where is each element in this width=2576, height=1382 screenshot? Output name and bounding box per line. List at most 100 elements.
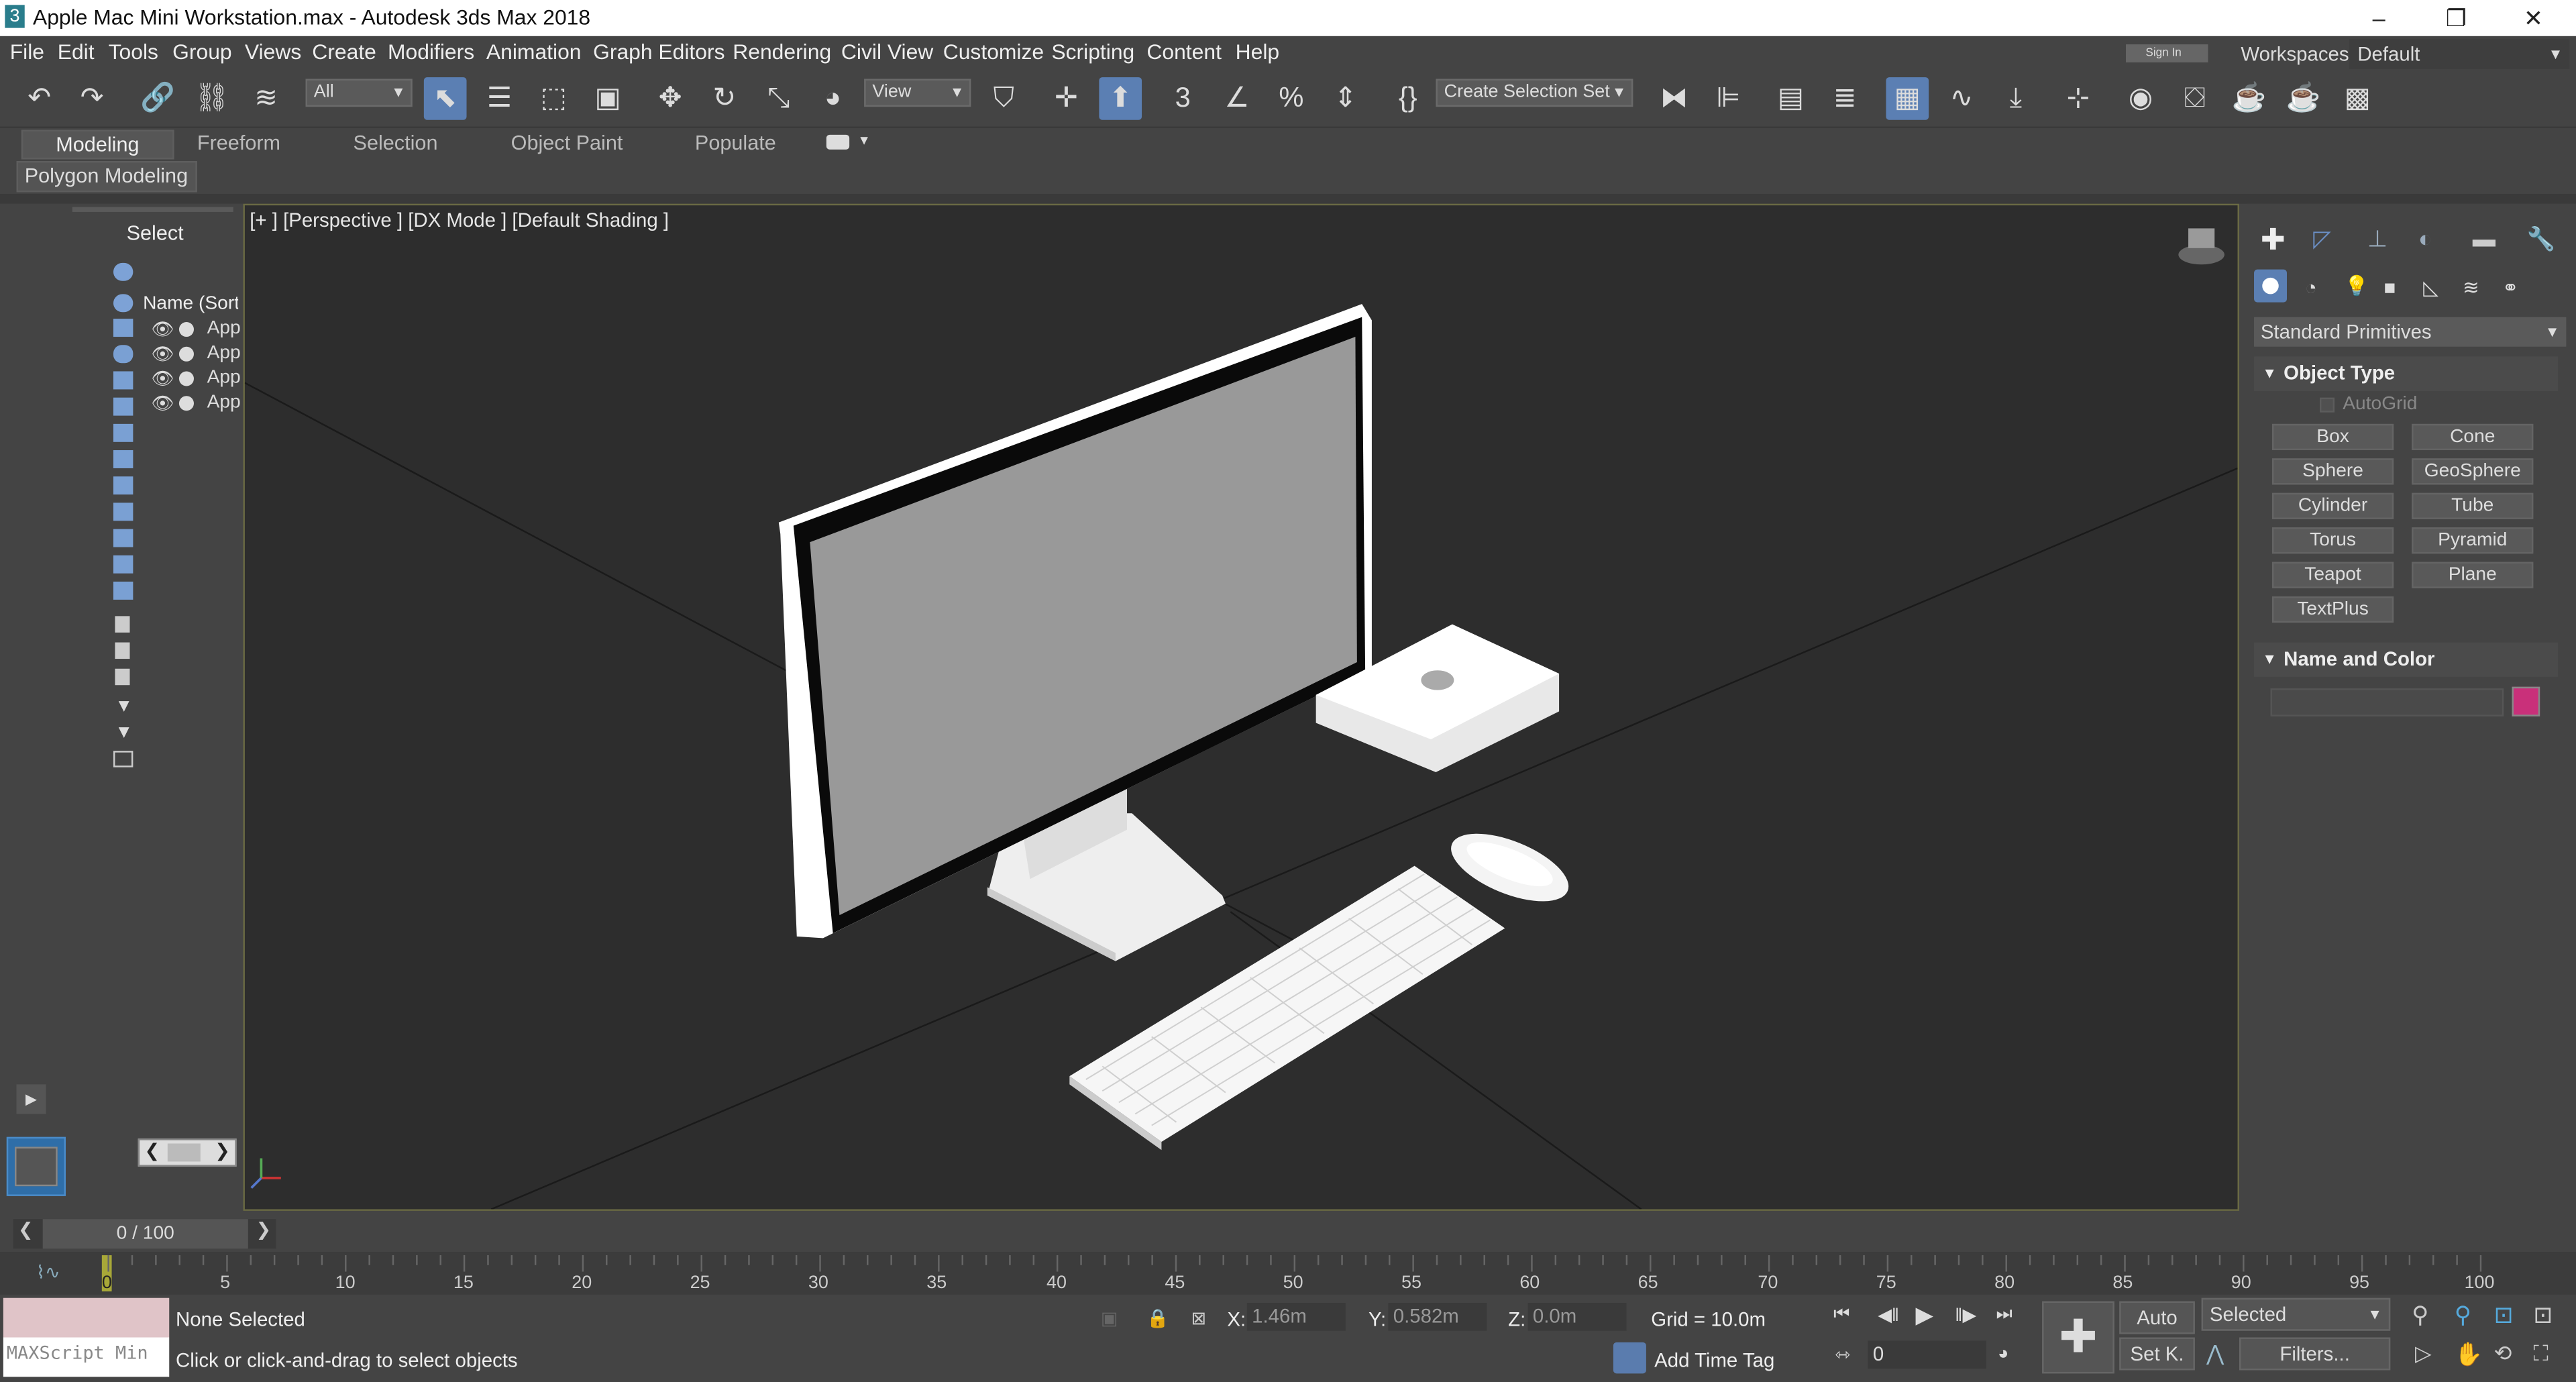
list-item[interactable]: 👁 App <box>151 392 243 415</box>
set-key-icon[interactable]: ✚ <box>2042 1301 2114 1374</box>
isolate-selection-icon[interactable]: ▣ <box>1101 1308 1118 1329</box>
edit-named-selection-icon[interactable]: {} <box>1387 77 1430 120</box>
restore-button[interactable]: ❐ <box>2418 0 2494 36</box>
filter-selected-icon[interactable]: ▼ <box>115 723 133 743</box>
freeze-icon[interactable] <box>178 396 194 411</box>
dope-sheet-icon[interactable]: ⤓ <box>1994 77 2037 120</box>
select-by-name-icon[interactable]: ☰ <box>478 77 521 120</box>
rectangular-selection-icon[interactable]: ⬚ <box>532 77 575 120</box>
undo-icon[interactable]: ↶ <box>18 77 61 120</box>
snaps-toggle-icon[interactable]: 3 <box>1161 77 1204 120</box>
track-bar[interactable]: ⌇∿ 0 5 10 15 20 25 30 35 40 45 50 55 60 … <box>0 1252 2576 1295</box>
time-slider-track[interactable]: ❮ 0 / 100 ❯ <box>13 1219 276 1249</box>
key-mode-toggle-icon[interactable]: ⇿ <box>1835 1344 1851 1365</box>
key-filter-dropdown[interactable]: Selected ▼ <box>2201 1297 2391 1331</box>
tab-populate[interactable]: Populate <box>695 131 776 154</box>
menu-civil-view[interactable]: Civil View <box>841 40 933 64</box>
scroll-right-icon[interactable]: ❯ <box>215 1140 230 1161</box>
object-color-swatch[interactable] <box>2512 686 2540 716</box>
tab-object-paint[interactable]: Object Paint <box>511 131 623 154</box>
box-button[interactable]: Box <box>2271 423 2394 451</box>
perspective-viewport[interactable]: [+ ] [Perspective ] [DX Mode ] [Default … <box>243 203 2239 1211</box>
list-item[interactable]: 👁 App <box>151 343 243 366</box>
time-slider-thumb[interactable]: 0 / 100 <box>42 1219 248 1249</box>
maximize-viewport-icon[interactable]: ⛶ <box>2533 1340 2548 1367</box>
select-manipulate-icon[interactable]: ✛ <box>1045 77 1088 120</box>
menu-customize[interactable]: Customize <box>943 40 1044 64</box>
absolute-mode-icon[interactable]: ⊠ <box>1191 1308 1207 1329</box>
horizontal-scrollbar[interactable]: ❮ ❯ <box>138 1138 237 1167</box>
freeze-icon[interactable] <box>178 322 194 337</box>
mirror-icon[interactable]: ⧓ <box>1653 77 1696 120</box>
pan-view-icon[interactable]: ✋ <box>2455 1340 2483 1369</box>
app-icon[interactable]: 3 <box>5 5 25 28</box>
sphere-button[interactable]: Sphere <box>2271 458 2394 485</box>
y-coordinate-field[interactable]: 0.582m <box>1388 1303 1487 1331</box>
cylinder-button[interactable]: Cylinder <box>2271 492 2394 519</box>
menu-modifiers[interactable]: Modifiers <box>388 40 474 64</box>
scroll-left-icon[interactable]: ❮ <box>145 1140 160 1161</box>
minimize-button[interactable]: – <box>2341 0 2417 36</box>
selection-lock-icon[interactable]: 🔒 <box>1146 1308 1169 1329</box>
auto-key-button[interactable]: Auto <box>2119 1301 2195 1334</box>
spinner-snap-icon[interactable]: ⇕ <box>1324 77 1367 120</box>
tab-selection[interactable]: Selection <box>354 131 438 154</box>
display-groups-icon[interactable] <box>113 476 133 495</box>
unlink-icon[interactable]: ⛓ <box>191 77 233 120</box>
play-icon[interactable]: ▶ <box>1916 1301 1933 1330</box>
menu-tools[interactable]: Tools <box>109 40 158 64</box>
teapot-button[interactable]: Teapot <box>2271 562 2394 588</box>
previous-frame-icon[interactable]: ❮ <box>18 1219 34 1240</box>
field-of-view-icon[interactable]: ▷ <box>2415 1340 2431 1367</box>
find-icon[interactable] <box>113 751 133 767</box>
menu-file[interactable]: File <box>10 40 44 64</box>
menu-scripting[interactable]: Scripting <box>1051 40 1134 64</box>
display-space-warps-icon[interactable] <box>113 450 133 468</box>
display-influences-icon[interactable] <box>115 642 130 659</box>
viewport-layout-tab[interactable] <box>6 1136 66 1196</box>
time-tag-icon[interactable] <box>1613 1342 1646 1374</box>
window-crossing-icon[interactable]: ▣ <box>586 77 629 120</box>
schematic-view-icon[interactable]: ⊹ <box>2057 77 2100 120</box>
display-frozen-icon[interactable] <box>113 581 133 600</box>
menu-graph-editors[interactable]: Graph Editors <box>593 40 724 64</box>
orbit-icon[interactable]: ⟲ <box>2494 1340 2512 1367</box>
placement-icon[interactable]: ◕ <box>812 77 855 120</box>
keyboard-shortcut-override-icon[interactable]: ⬆ <box>1099 77 1142 120</box>
display-helpers-icon[interactable] <box>113 423 133 442</box>
display-geometry-icon[interactable] <box>113 319 133 337</box>
freeze-icon[interactable] <box>178 371 194 386</box>
display-cameras-icon[interactable] <box>113 397 133 416</box>
zoom-icon[interactable]: ⚲ <box>2412 1301 2428 1330</box>
go-to-end-icon[interactable]: ⏭ <box>1996 1305 2012 1326</box>
select-scale-icon[interactable]: ⤡ <box>757 77 800 120</box>
menu-group[interactable]: Group <box>172 40 232 64</box>
current-frame-field[interactable]: 0 <box>1868 1340 1986 1369</box>
visibility-eye-icon[interactable]: 👁 <box>151 345 174 364</box>
display-children-icon[interactable] <box>115 616 130 633</box>
cameras-category-icon[interactable]: ■ <box>2383 276 2396 299</box>
name-and-color-rollout[interactable]: ▼ Name and Color <box>2254 642 2559 677</box>
layer-explorer-icon[interactable]: ≣ <box>1823 77 1866 120</box>
create-tab-icon[interactable]: ✚ <box>2261 223 2286 258</box>
list-item[interactable]: 👁 App <box>151 368 243 391</box>
zoom-extents-icon[interactable]: ⊡ <box>2494 1301 2514 1330</box>
go-to-start-icon[interactable]: ⏮ <box>1833 1305 1849 1326</box>
align-icon[interactable]: ⊫ <box>1707 77 1750 120</box>
display-none-icon[interactable] <box>113 294 133 313</box>
select-menu[interactable]: Select <box>127 222 184 245</box>
geometry-category-button[interactable] <box>2254 269 2288 303</box>
textplus-button[interactable]: TextPlus <box>2271 596 2394 623</box>
systems-category-icon[interactable]: ⚭ <box>2502 276 2519 299</box>
tube-button[interactable]: Tube <box>2412 492 2534 519</box>
object-category-dropdown[interactable]: Standard Primitives ▼ <box>2254 317 2567 347</box>
plane-button[interactable]: Plane <box>2412 562 2534 588</box>
zoom-extents-all-icon[interactable]: ⊡ <box>2533 1301 2553 1330</box>
workspaces-dropdown[interactable]: Default ▼ <box>2349 39 2570 69</box>
redo-icon[interactable]: ↷ <box>70 77 113 120</box>
menu-rendering[interactable]: Rendering <box>733 40 831 64</box>
name-column-header[interactable]: Name (Sort <box>143 294 238 313</box>
maxscript-listener-output[interactable] <box>3 1297 170 1338</box>
sort-toggle-icon[interactable] <box>113 262 133 281</box>
render-in-cloud-icon[interactable]: ▩ <box>2336 77 2379 120</box>
